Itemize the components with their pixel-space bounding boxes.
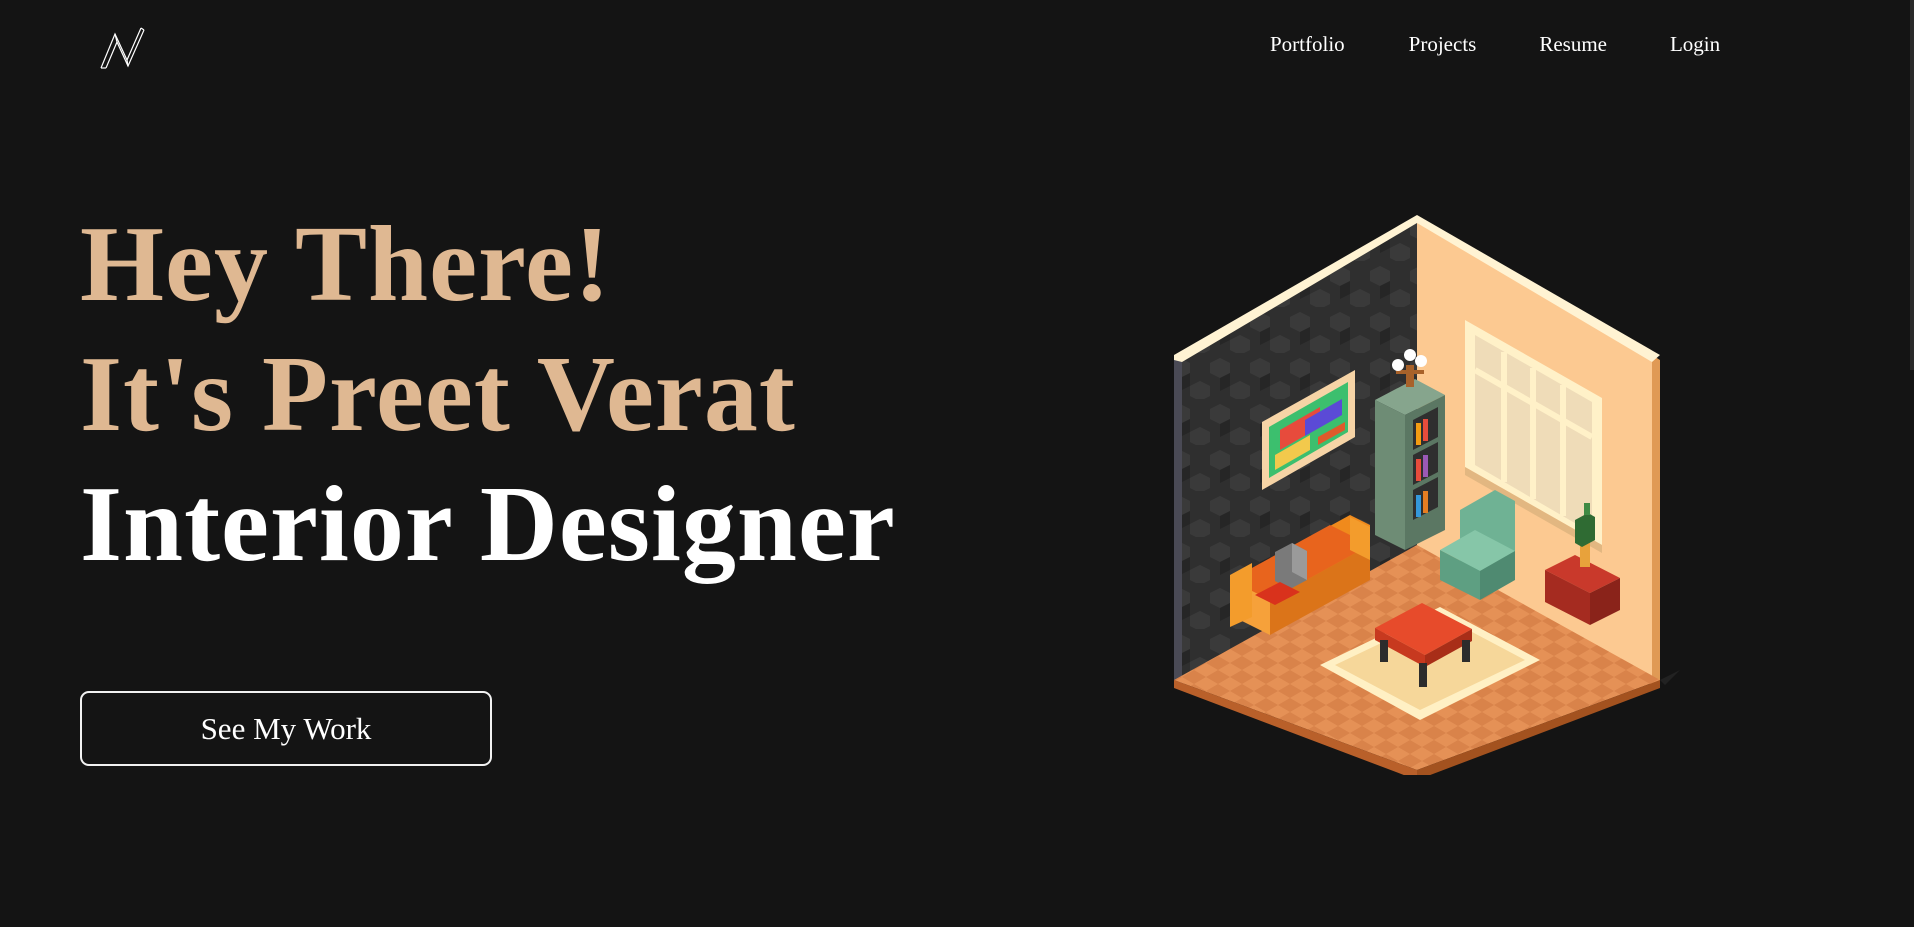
hero-role: Interior Designer xyxy=(80,465,896,584)
logo-icon[interactable] xyxy=(97,24,151,74)
see-my-work-button[interactable]: See My Work xyxy=(80,691,492,766)
isometric-living-room-illustration xyxy=(1174,215,1680,775)
nav-resume-link[interactable]: Resume xyxy=(1539,30,1607,58)
scrollbar[interactable] xyxy=(1910,0,1914,370)
nav-login-link[interactable]: Login xyxy=(1670,30,1720,58)
hero-name: It's Preet Verat xyxy=(80,335,796,454)
hero-heading: Hey There! It's Preet Verat Interior Des… xyxy=(80,200,896,590)
hero-greeting: Hey There! xyxy=(80,205,611,324)
nav-portfolio-link[interactable]: Portfolio xyxy=(1270,30,1345,58)
main-nav: Portfolio Projects Resume Login xyxy=(1230,30,1720,58)
nav-projects-link[interactable]: Projects xyxy=(1409,30,1477,58)
